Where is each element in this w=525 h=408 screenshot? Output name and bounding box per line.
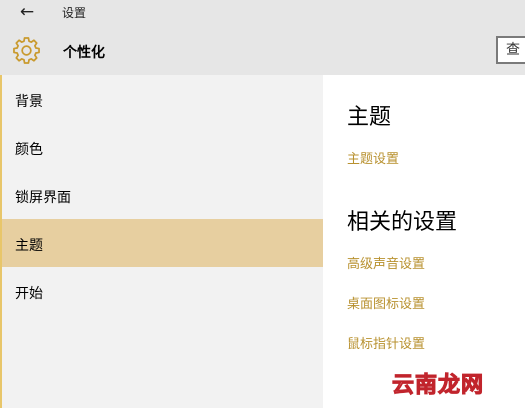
mouse-pointer-settings-link[interactable]: 鼠标指针设置 bbox=[347, 333, 425, 352]
sidebar-item-background[interactable]: 背景 bbox=[0, 75, 323, 123]
title-bar: ← 设置 bbox=[0, 0, 525, 26]
desktop-icon-settings-link[interactable]: 桌面图标设置 bbox=[347, 293, 425, 312]
sidebar-item-label: 背景 bbox=[15, 94, 43, 110]
sidebar-item-label: 主题 bbox=[15, 238, 43, 254]
theme-settings-link[interactable]: 主题设置 bbox=[347, 148, 399, 167]
page-header: 个性化 bbox=[0, 26, 525, 75]
search-box[interactable] bbox=[496, 36, 525, 64]
sidebar-item-label: 开始 bbox=[15, 286, 43, 302]
sidebar-item-label: 颜色 bbox=[15, 142, 43, 158]
window-title: 设置 bbox=[62, 6, 87, 20]
sidebar: 背景 颜色 锁屏界面 主题 开始 bbox=[0, 75, 323, 408]
sidebar-item-label: 锁屏界面 bbox=[15, 190, 71, 206]
theme-section-title: 主题 bbox=[347, 105, 392, 130]
sidebar-item-colors[interactable]: 颜色 bbox=[0, 123, 323, 171]
gear-icon bbox=[13, 37, 40, 64]
sidebar-item-themes[interactable]: 主题 bbox=[0, 219, 323, 267]
sidebar-edge bbox=[0, 75, 2, 408]
sidebar-item-start[interactable]: 开始 bbox=[0, 267, 323, 315]
page-title: 个性化 bbox=[63, 45, 105, 61]
back-arrow-icon: ← bbox=[19, 1, 35, 22]
back-button[interactable]: ← bbox=[14, 2, 40, 22]
sidebar-item-lock-screen[interactable]: 锁屏界面 bbox=[0, 171, 323, 219]
search-input[interactable] bbox=[498, 38, 525, 62]
related-settings-title: 相关的设置 bbox=[347, 210, 458, 235]
main-content: 主题 主题设置 相关的设置 高级声音设置 桌面图标设置 鼠标指针设置 bbox=[323, 75, 525, 408]
advanced-sound-settings-link[interactable]: 高级声音设置 bbox=[347, 253, 425, 272]
